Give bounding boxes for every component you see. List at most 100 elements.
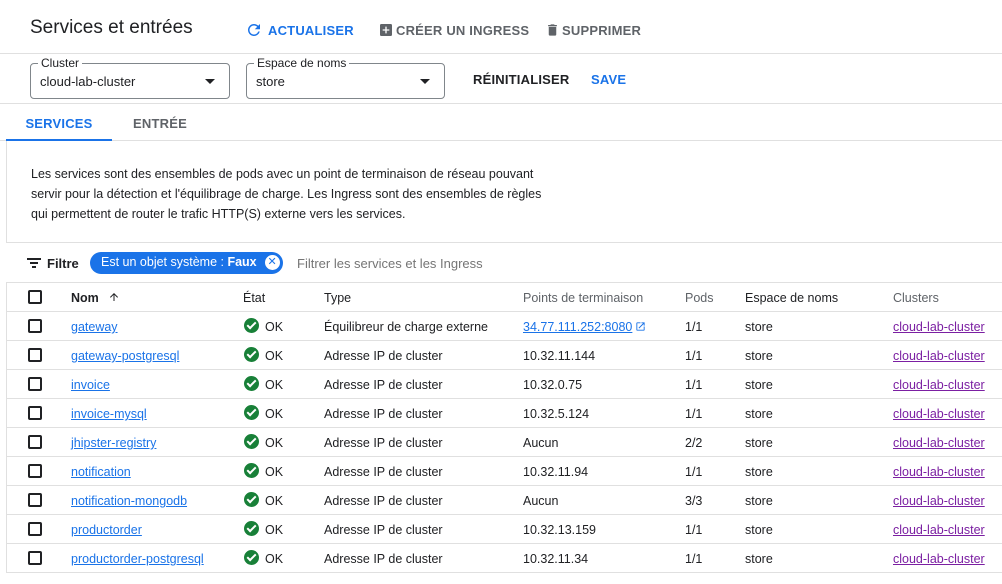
row-checkbox[interactable] [28, 406, 42, 420]
status-text: OK [265, 494, 284, 508]
table-row[interactable]: productorder OK Adresse IP de cluster 10… [7, 515, 1002, 544]
table-body: gateway OK Équilibreur de charge externe… [7, 312, 1002, 573]
row-checkbox[interactable] [28, 319, 42, 333]
create-ingress-button[interactable]: CRÉER UN INGRESS [378, 20, 529, 40]
service-type: Adresse IP de cluster [324, 378, 443, 392]
open-in-new-icon[interactable] [635, 321, 646, 332]
service-type: Adresse IP de cluster [324, 552, 443, 566]
filter-chip-system-object[interactable]: Est un objet système : Faux ✕ [90, 252, 283, 274]
check-circle-icon [244, 376, 259, 391]
service-name-link[interactable]: notification [71, 465, 131, 479]
cluster-select[interactable]: Cluster cloud-lab-cluster [30, 55, 230, 99]
column-header-type[interactable]: Type [324, 291, 351, 305]
trash-icon [548, 24, 557, 36]
refresh-button[interactable]: ACTUALISER [245, 20, 354, 40]
filter-list-icon[interactable] [27, 257, 41, 269]
endpoint-value: 10.32.11.94 [523, 465, 589, 479]
endpoint-link[interactable]: 34.77.111.252:8080 [523, 320, 632, 334]
service-type: Adresse IP de cluster [324, 436, 443, 450]
row-checkbox[interactable] [28, 493, 42, 507]
endpoints-cell: 10.32.11.34 [523, 552, 588, 566]
column-header-name-label: Nom [71, 291, 99, 305]
cluster-select-value: cloud-lab-cluster [40, 74, 136, 89]
check-circle-icon [244, 318, 259, 333]
save-button[interactable]: SAVE [591, 72, 626, 87]
cluster-link[interactable]: cloud-lab-cluster [893, 523, 985, 537]
row-checkbox[interactable] [28, 348, 42, 362]
table-row[interactable]: productorder-postgresql OK Adresse IP de… [7, 544, 1002, 573]
cluster-link[interactable]: cloud-lab-cluster [893, 465, 985, 479]
endpoints-cell: 34.77.111.252:8080 [523, 320, 646, 334]
service-name-link[interactable]: gateway-postgresql [71, 349, 179, 363]
namespace-value: store [745, 523, 773, 537]
table-row[interactable]: gateway-postgresql OK Adresse IP de clus… [7, 341, 1002, 370]
endpoint-value: 10.32.13.159 [523, 523, 596, 537]
filters-bar: Cluster cloud-lab-cluster Espace de noms… [0, 54, 1002, 104]
column-header-name[interactable]: Nom [71, 291, 120, 305]
filter-chip-prefix: Est un objet système : [101, 255, 228, 269]
endpoint-value: 10.32.11.144 [523, 349, 596, 363]
row-checkbox[interactable] [28, 435, 42, 449]
row-checkbox[interactable] [28, 464, 42, 478]
namespace-select[interactable]: Espace de noms store [246, 55, 445, 99]
pods-count: 1/1 [685, 523, 703, 537]
pods-count: 1/1 [685, 349, 703, 363]
service-name-link[interactable]: notification-mongodb [71, 494, 187, 508]
status-text: OK [265, 465, 284, 479]
cluster-link[interactable]: cloud-lab-cluster [893, 407, 985, 421]
column-header-endpoints[interactable]: Points de terminaison [523, 291, 643, 305]
pods-count: 1/1 [685, 378, 703, 392]
cluster-link[interactable]: cloud-lab-cluster [893, 349, 985, 363]
select-all-checkbox[interactable] [28, 290, 42, 304]
table-row[interactable]: gateway OK Équilibreur de charge externe… [7, 312, 1002, 341]
status-text: OK [265, 407, 284, 421]
filter-input[interactable] [297, 256, 697, 271]
tab-bar: SERVICES ENTRÉE [0, 104, 1002, 141]
service-name-link[interactable]: invoice-mysql [71, 407, 147, 421]
delete-label: SUPPRIMER [562, 22, 642, 38]
cluster-link[interactable]: cloud-lab-cluster [893, 436, 985, 450]
column-header-status[interactable]: État [243, 291, 265, 305]
table-row[interactable]: jhipster-registry OK Adresse IP de clust… [7, 428, 1002, 457]
services-table: Nom État Type Points de terminaison Pods… [6, 283, 1002, 573]
endpoint-value: 10.32.11.34 [523, 552, 589, 566]
endpoint-value: 10.32.0.75 [523, 378, 583, 392]
cluster-link[interactable]: cloud-lab-cluster [893, 494, 985, 508]
delete-button[interactable]: SUPPRIMER [545, 20, 641, 40]
row-checkbox[interactable] [28, 522, 42, 536]
column-header-namespace[interactable]: Espace de noms [745, 291, 838, 305]
row-checkbox[interactable] [28, 377, 42, 391]
cluster-link[interactable]: cloud-lab-cluster [893, 552, 985, 566]
pods-count: 3/3 [685, 494, 703, 508]
service-type: Adresse IP de cluster [324, 465, 443, 479]
filter-label: Filtre [47, 256, 79, 271]
tab-services[interactable]: SERVICES [6, 104, 112, 141]
service-name-link[interactable]: jhipster-registry [71, 436, 156, 450]
check-circle-icon [244, 434, 259, 449]
row-checkbox[interactable] [28, 551, 42, 565]
table-row[interactable]: invoice OK Adresse IP de cluster 10.32.0… [7, 370, 1002, 399]
check-circle-icon [244, 521, 259, 536]
reset-button[interactable]: RÉINITIALISER [473, 72, 570, 87]
service-name-link[interactable]: invoice [71, 378, 110, 392]
cluster-link[interactable]: cloud-lab-cluster [893, 320, 985, 334]
service-name-link[interactable]: gateway [71, 320, 118, 334]
column-header-clusters[interactable]: Clusters [893, 291, 939, 305]
column-header-pods[interactable]: Pods [685, 291, 714, 305]
namespace-value: store [745, 407, 773, 421]
endpoints-cell: Aucun [523, 494, 558, 508]
pods-count: 1/1 [685, 407, 703, 421]
table-row[interactable]: notification OK Adresse IP de cluster 10… [7, 457, 1002, 486]
namespace-value: store [745, 494, 773, 508]
service-name-link[interactable]: productorder-postgresql [71, 552, 204, 566]
table-row[interactable]: invoice-mysql OK Adresse IP de cluster 1… [7, 399, 1002, 428]
dropdown-arrow-icon [420, 79, 430, 84]
cluster-link[interactable]: cloud-lab-cluster [893, 378, 985, 392]
table-row[interactable]: notification-mongodb OK Adresse IP de cl… [7, 486, 1002, 515]
check-circle-icon [244, 492, 259, 507]
tab-ingress[interactable]: ENTRÉE [112, 104, 208, 141]
close-icon[interactable]: ✕ [264, 255, 280, 270]
service-name-link[interactable]: productorder [71, 523, 142, 537]
description-text: Les services sont des ensembles de pods … [31, 167, 542, 221]
status-text: OK [265, 436, 284, 450]
